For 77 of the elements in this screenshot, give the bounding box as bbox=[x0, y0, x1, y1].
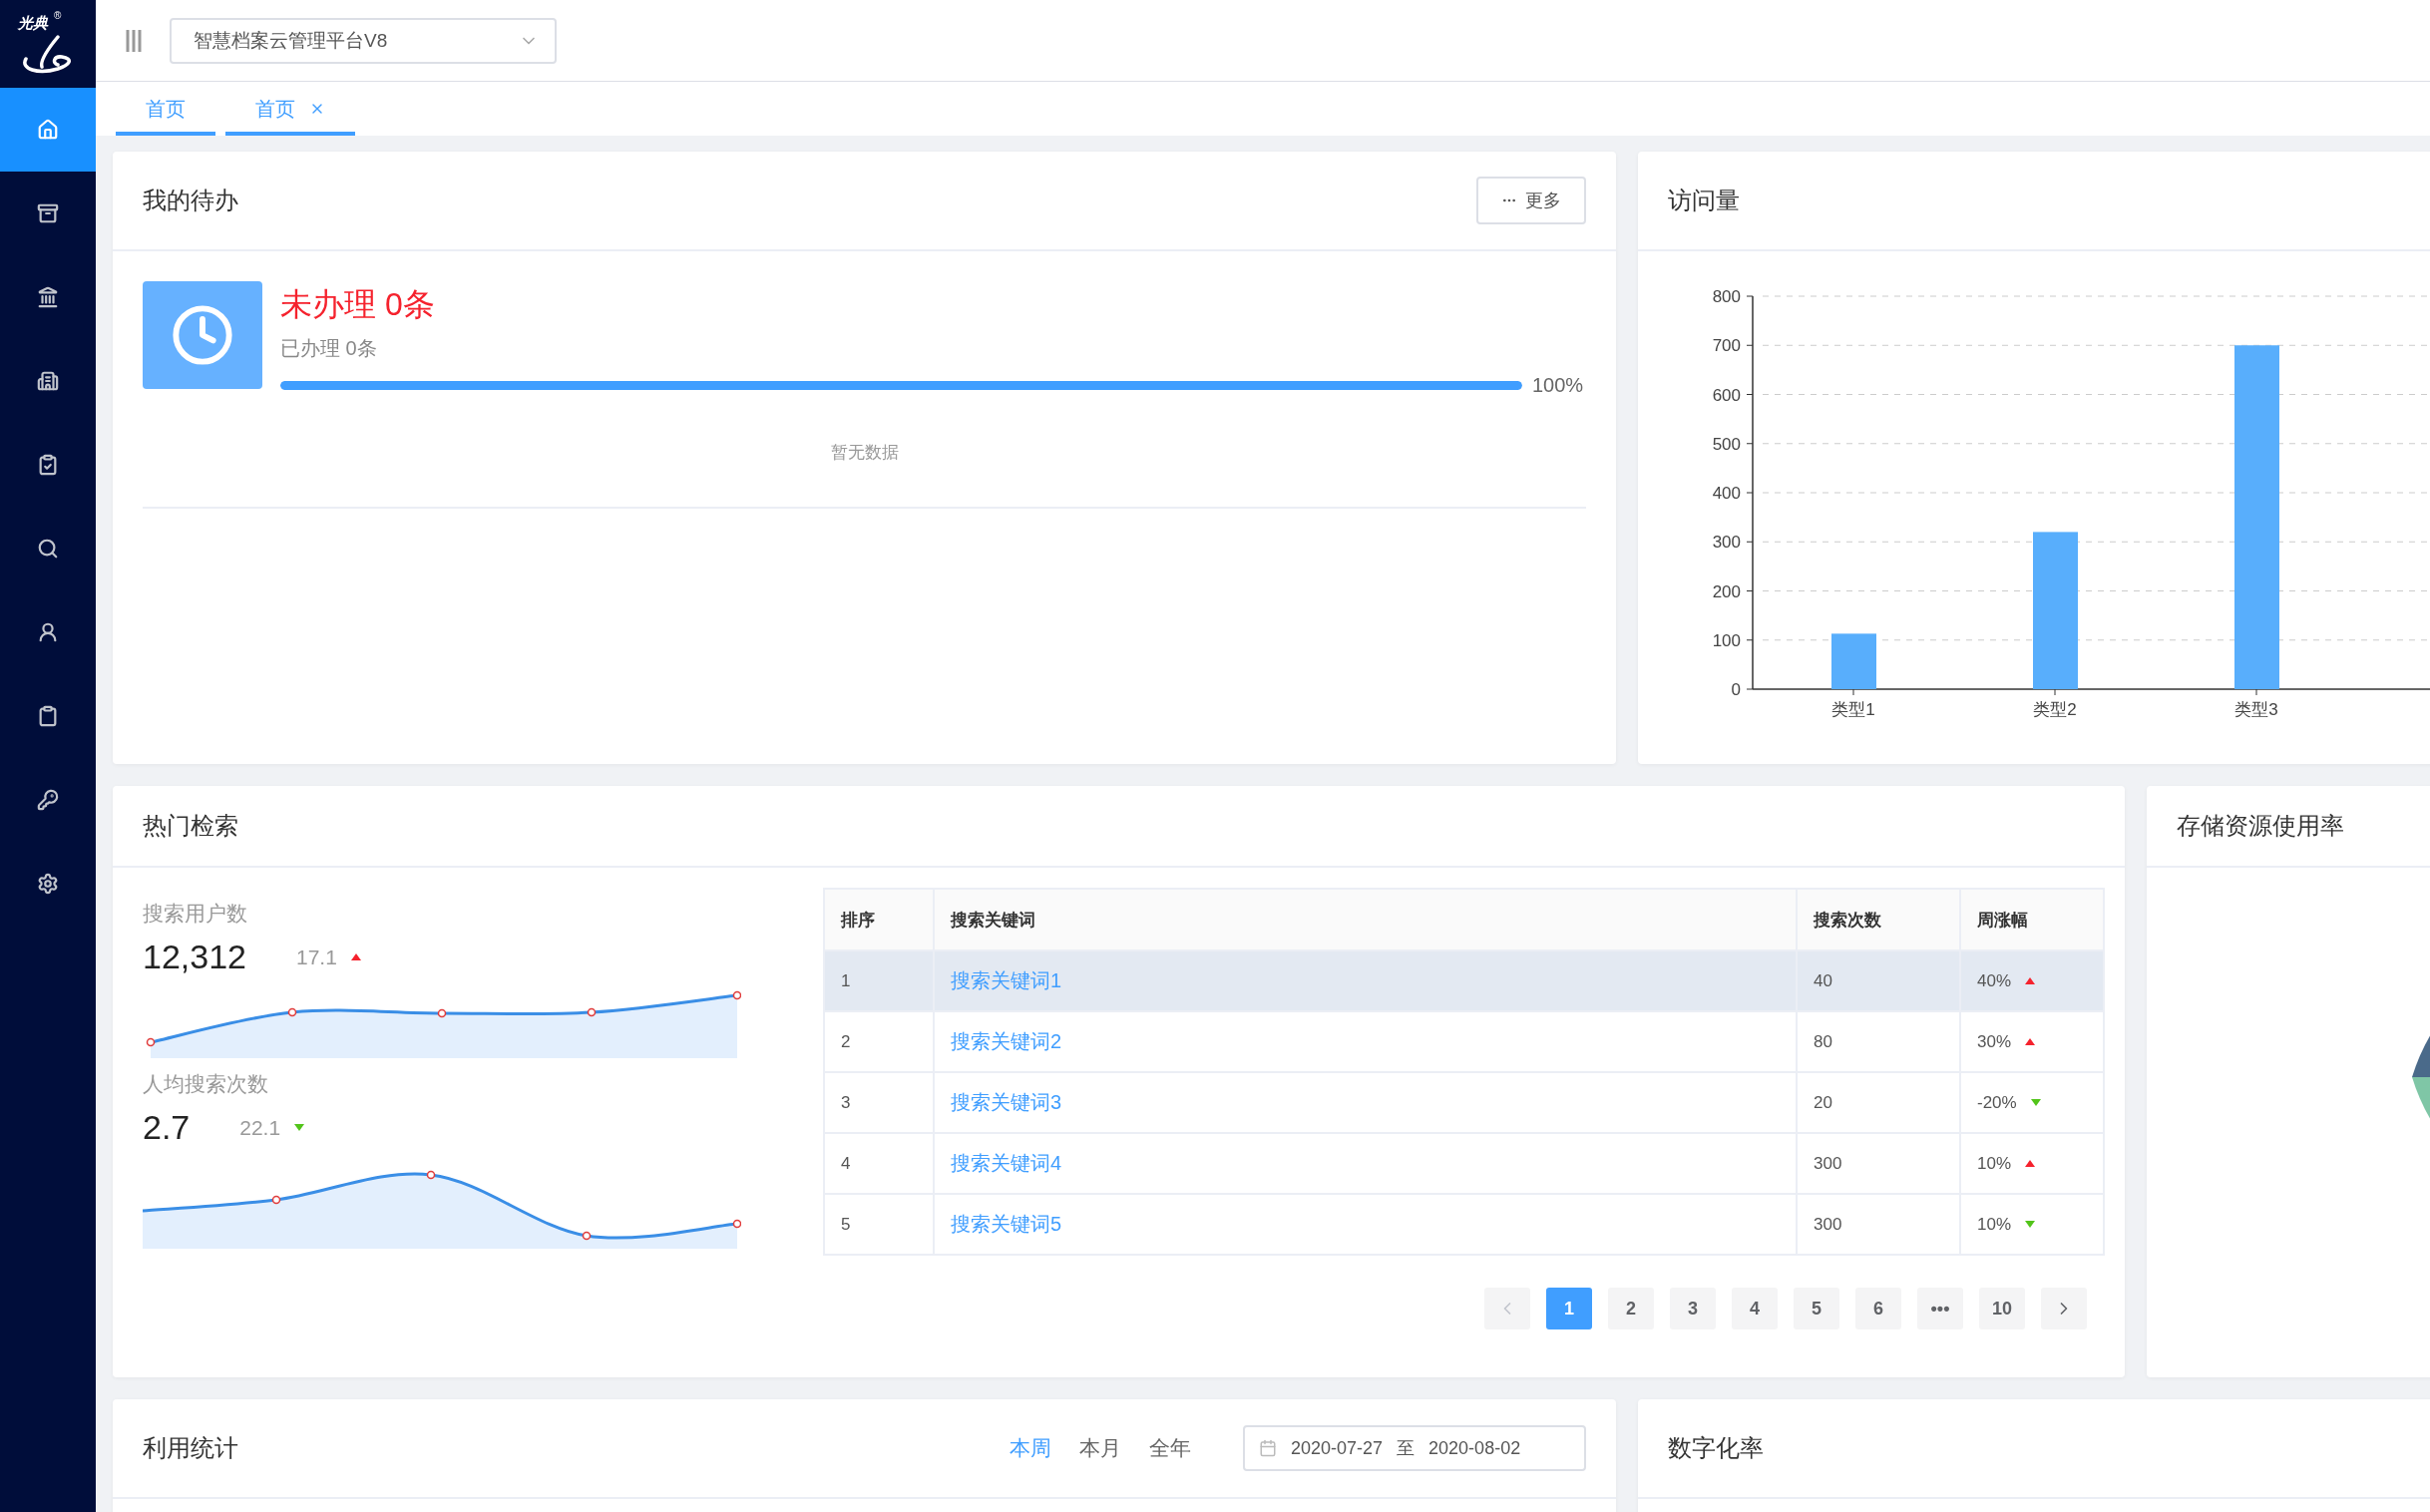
change-value: 40% bbox=[1977, 970, 2012, 991]
period-tab[interactable]: 本周 bbox=[1010, 1434, 1051, 1462]
axis-tick-label: 0 bbox=[1731, 680, 1741, 699]
card-title: 数字化率 bbox=[1668, 1433, 1764, 1463]
axis-category-label: 类型1 bbox=[1831, 700, 1875, 719]
bar bbox=[1831, 633, 1876, 689]
axis-tick-label: 800 bbox=[1712, 287, 1741, 306]
settings-icon bbox=[37, 873, 59, 895]
card-title: 存储资源使用率 bbox=[2177, 811, 2344, 841]
card-title: 访问量 bbox=[1668, 186, 1740, 215]
page-button[interactable]: 4 bbox=[1732, 1288, 1778, 1329]
building-icon bbox=[37, 370, 59, 392]
change-value: 10% bbox=[1977, 1214, 2012, 1235]
page-button[interactable]: ••• bbox=[1917, 1288, 1963, 1329]
stat-change: 22.1 bbox=[239, 1115, 281, 1140]
axis-tick-label: 300 bbox=[1712, 533, 1741, 553]
column-header: 搜索次数 bbox=[1797, 889, 1960, 950]
page-button[interactable]: 6 bbox=[1855, 1288, 1901, 1329]
card-title: 我的待办 bbox=[143, 186, 239, 215]
data-point bbox=[426, 1170, 436, 1180]
axis-tick-label: 600 bbox=[1712, 385, 1741, 405]
period-tab[interactable]: 本月 bbox=[1079, 1434, 1121, 1462]
more-button[interactable]: 更多 bbox=[1476, 177, 1586, 224]
logo: 光典 ® bbox=[0, 0, 96, 88]
column-header: 搜索关键词 bbox=[934, 889, 1797, 950]
data-point bbox=[587, 1007, 597, 1017]
stat-value: 2.7 bbox=[143, 1108, 191, 1147]
key-icon bbox=[37, 789, 59, 811]
axis-tick-label: 400 bbox=[1712, 484, 1741, 503]
column-header: 周涨幅 bbox=[1960, 889, 2104, 950]
column-header: 排序 bbox=[824, 889, 934, 950]
menu-toggle-icon[interactable] bbox=[126, 29, 142, 52]
data-point bbox=[437, 1008, 447, 1018]
bank-icon bbox=[37, 286, 59, 308]
axis-category-label: 类型2 bbox=[2033, 700, 2077, 719]
home-icon bbox=[37, 119, 59, 141]
progress-percent: 100% bbox=[1532, 374, 1585, 397]
data-point bbox=[287, 1007, 297, 1017]
page-button[interactable]: 5 bbox=[1794, 1288, 1839, 1329]
keyword-link[interactable]: 搜索关键词3 bbox=[951, 1091, 1062, 1113]
axis-tick-label: 500 bbox=[1712, 434, 1741, 454]
user-icon bbox=[37, 621, 59, 643]
data-point bbox=[732, 1219, 741, 1229]
pending-count: 未办理 0条 bbox=[280, 285, 436, 324]
stat-label: 人均搜索次数 bbox=[143, 1071, 269, 1097]
search-icon bbox=[37, 538, 59, 560]
change-value: 10% bbox=[1977, 1153, 2012, 1174]
card-title: 热门检索 bbox=[143, 811, 238, 841]
archive-box-icon bbox=[37, 202, 59, 224]
page-button[interactable]: 10 bbox=[1979, 1288, 2025, 1329]
platform-select[interactable]: 智慧档案云管理平台V8 bbox=[170, 17, 557, 64]
axis-tick-label: 700 bbox=[1712, 336, 1741, 356]
clock-icon bbox=[171, 303, 234, 367]
stat-value: 12,312 bbox=[143, 938, 246, 976]
clipboard-icon bbox=[37, 705, 59, 727]
axis-tick-label: 200 bbox=[1712, 581, 1741, 601]
change-value: -20% bbox=[1977, 1092, 2017, 1113]
stat-change: 17.1 bbox=[296, 945, 337, 969]
table-cell: 300 bbox=[1797, 1194, 1960, 1255]
page-button[interactable]: 2 bbox=[1608, 1288, 1654, 1329]
page-button[interactable]: 3 bbox=[1670, 1288, 1716, 1329]
axis-tick-label: 100 bbox=[1712, 630, 1741, 650]
period-tab[interactable]: 全年 bbox=[1149, 1434, 1191, 1462]
date-range-field[interactable]: 2020-07-27 至 2020-08-02 bbox=[1243, 1425, 1586, 1471]
change-value: 30% bbox=[1977, 1031, 2012, 1052]
empty-message: 暂无数据 bbox=[830, 441, 899, 464]
data-point bbox=[271, 1195, 281, 1205]
axis-category-label: 类型3 bbox=[2234, 700, 2278, 719]
data-point bbox=[146, 1037, 156, 1047]
done-count: 已办理 0条 bbox=[280, 336, 378, 361]
table-cell: 5 bbox=[824, 1194, 934, 1255]
stat-label: 搜索用户数 bbox=[143, 901, 248, 927]
data-point bbox=[582, 1231, 592, 1241]
data-point bbox=[732, 990, 741, 1000]
calendar-icon bbox=[1259, 1439, 1277, 1457]
card-title: 利用统计 bbox=[143, 1433, 239, 1463]
clipboard-check-icon bbox=[37, 454, 59, 476]
